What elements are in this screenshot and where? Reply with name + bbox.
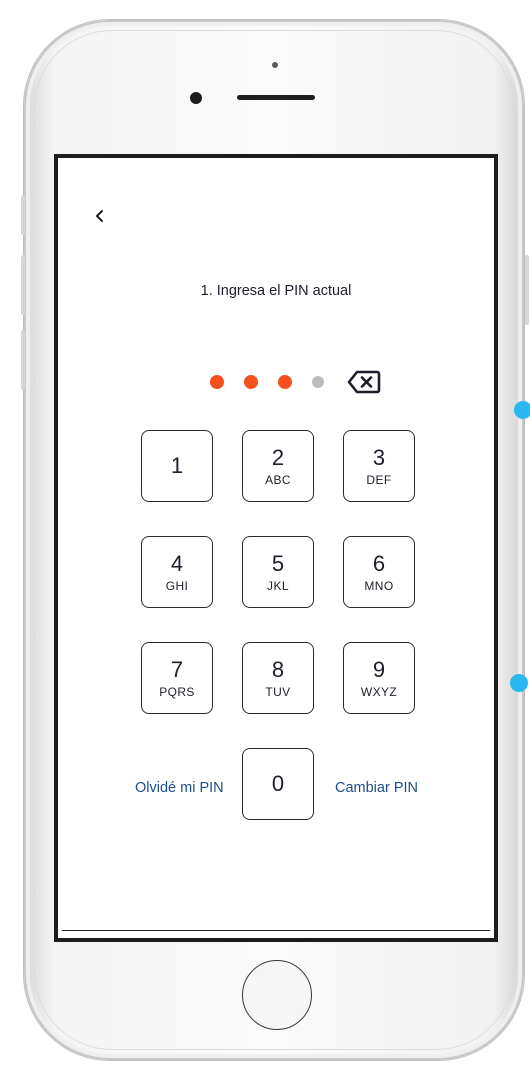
earpiece-speaker bbox=[237, 95, 315, 100]
key-letters: TUV bbox=[265, 684, 291, 699]
key-letters: ABC bbox=[265, 472, 291, 487]
key-digit: 0 bbox=[271, 771, 285, 796]
key-letters: MNO bbox=[364, 578, 394, 593]
home-button[interactable] bbox=[242, 960, 312, 1030]
key-letters: WXYZ bbox=[360, 684, 398, 699]
key-7[interactable]: 7 PQRS bbox=[141, 642, 213, 714]
key-5[interactable]: 5 JKL bbox=[242, 536, 314, 608]
key-letters: GHI bbox=[165, 578, 189, 593]
key-digit: 5 bbox=[271, 550, 285, 576]
key-1[interactable]: 1 bbox=[141, 430, 213, 502]
key-8[interactable]: 8 TUV bbox=[242, 642, 314, 714]
change-pin-link[interactable]: Cambiar PIN bbox=[335, 780, 418, 796]
key-4[interactable]: 4 GHI bbox=[141, 536, 213, 608]
keypad: 1 2 ABC 3 DEF 4 GHI 5 JKL 6 MNO 7 PQRS 8 TUV 9 WXYZ 0 bbox=[58, 158, 494, 938]
key-digit: 2 bbox=[271, 444, 285, 470]
key-digit: 6 bbox=[372, 550, 386, 576]
forgot-pin-link[interactable]: Olvidé mi PIN bbox=[135, 780, 224, 796]
key-letters: JKL bbox=[267, 578, 289, 593]
key-digit: 9 bbox=[372, 656, 386, 682]
key-6[interactable]: 6 MNO bbox=[343, 536, 415, 608]
proximity-sensor bbox=[272, 62, 278, 68]
key-digit: 4 bbox=[170, 550, 184, 576]
screen-divider bbox=[62, 930, 490, 931]
volume-up-button bbox=[21, 255, 25, 315]
key-digit: 1 bbox=[170, 453, 184, 478]
key-digit: 7 bbox=[170, 656, 184, 682]
volume-down-button bbox=[21, 330, 25, 390]
front-camera bbox=[190, 92, 202, 104]
key-digit: 8 bbox=[271, 656, 285, 682]
key-9[interactable]: 9 WXYZ bbox=[343, 642, 415, 714]
key-2[interactable]: 2 ABC bbox=[242, 430, 314, 502]
key-0[interactable]: 0 bbox=[242, 748, 314, 820]
annotation-dot-bottom bbox=[510, 674, 528, 692]
power-button bbox=[525, 255, 529, 325]
app-screen: 1. Ingresa el PIN actual 1 2 ABC 3 DEF 4 GHI 5 J… bbox=[58, 158, 494, 938]
key-letters: DEF bbox=[366, 472, 392, 487]
key-letters: PQRS bbox=[159, 684, 195, 699]
key-3[interactable]: 3 DEF bbox=[343, 430, 415, 502]
mute-switch bbox=[21, 195, 25, 235]
annotation-dot-top bbox=[514, 401, 530, 419]
stage: 1. Ingresa el PIN actual 1 2 ABC 3 DEF 4 GHI 5 J… bbox=[0, 0, 530, 1066]
key-digit: 3 bbox=[372, 444, 386, 470]
